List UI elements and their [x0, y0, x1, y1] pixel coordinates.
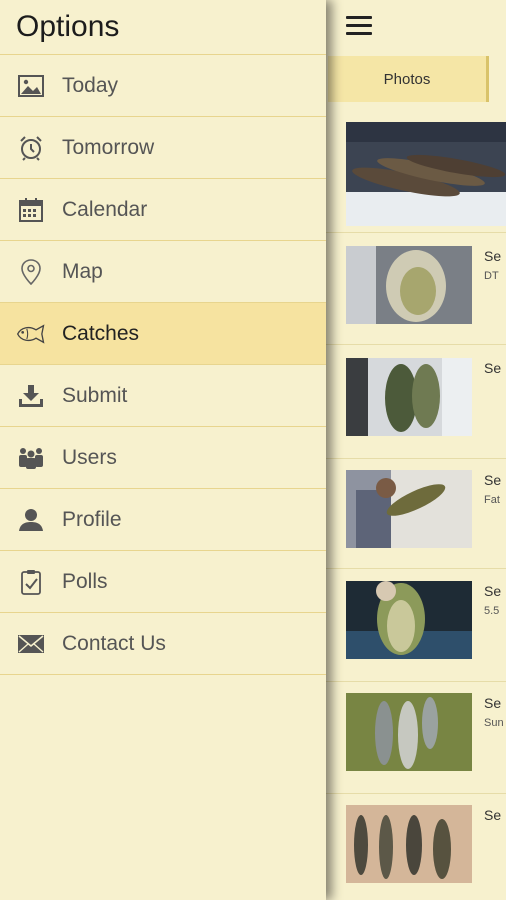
- menu-item-label: Submit: [62, 383, 128, 407]
- menu-item-label: Polls: [62, 569, 108, 593]
- alarm-clock-icon: [16, 134, 46, 162]
- hamburger-menu-icon[interactable]: [346, 16, 372, 38]
- catch-photo: [346, 805, 472, 883]
- catch-photo: [346, 122, 506, 226]
- divider: [326, 681, 506, 682]
- catch-photo: [346, 581, 472, 659]
- menu-item-label: Map: [62, 259, 103, 283]
- divider: [326, 458, 506, 459]
- menu-item-label: Users: [62, 445, 117, 469]
- clipboard-check-icon: [16, 568, 46, 596]
- catch-title: Se: [484, 360, 502, 376]
- menu-item-label: Calendar: [62, 197, 148, 221]
- catch-photo: [346, 246, 472, 324]
- options-drawer: Options Today Tomorrow Calendar Map Catc…: [0, 0, 326, 900]
- catch-subtitle: Fat: [484, 494, 500, 506]
- menu-item-today[interactable]: Today: [0, 55, 326, 117]
- users-icon: [16, 444, 46, 472]
- catch-photo: [346, 470, 472, 548]
- calendar-icon: [16, 196, 46, 224]
- fish-icon: [16, 320, 46, 348]
- divider: [326, 344, 506, 345]
- divider: [326, 568, 506, 569]
- catch-title: Se: [484, 583, 502, 599]
- download-icon: [16, 382, 46, 410]
- menu-item-submit[interactable]: Submit: [0, 365, 326, 427]
- catch-title: Se: [484, 248, 502, 264]
- menu-item-label: Catches: [62, 321, 140, 345]
- tab-photos[interactable]: Photos: [328, 56, 489, 102]
- drawer-title: Options: [0, 0, 326, 55]
- image-icon: [16, 72, 46, 100]
- menu-item-contact-us[interactable]: Contact Us: [0, 613, 326, 675]
- catch-photo: [346, 693, 472, 771]
- menu-item-label: Contact Us: [62, 631, 166, 655]
- map-pin-icon: [16, 258, 46, 286]
- catch-subtitle: Sun: [484, 717, 504, 729]
- catch-title: Se: [484, 472, 502, 488]
- menu-item-tomorrow[interactable]: Tomorrow: [0, 117, 326, 179]
- catches-content: Photos Se DT Se Se Fat Se 5.5 Se Sun Se: [326, 0, 506, 900]
- divider: [326, 232, 506, 233]
- catch-photo: [346, 358, 472, 436]
- catch-title: Se: [484, 807, 502, 823]
- menu-item-map[interactable]: Map: [0, 241, 326, 303]
- menu-item-calendar[interactable]: Calendar: [0, 179, 326, 241]
- menu-item-label: Today: [62, 73, 119, 97]
- catch-subtitle: 5.5: [484, 605, 500, 617]
- catch-subtitle: DT: [484, 270, 499, 282]
- menu-item-polls[interactable]: Polls: [0, 551, 326, 613]
- menu-item-label: Profile: [62, 507, 122, 531]
- divider: [326, 793, 506, 794]
- envelope-icon: [16, 630, 46, 658]
- menu-item-profile[interactable]: Profile: [0, 489, 326, 551]
- menu-item-catches[interactable]: Catches: [0, 303, 326, 365]
- menu-item-users[interactable]: Users: [0, 427, 326, 489]
- catch-title: Se: [484, 695, 502, 711]
- person-icon: [16, 506, 46, 534]
- menu-item-label: Tomorrow: [62, 135, 155, 159]
